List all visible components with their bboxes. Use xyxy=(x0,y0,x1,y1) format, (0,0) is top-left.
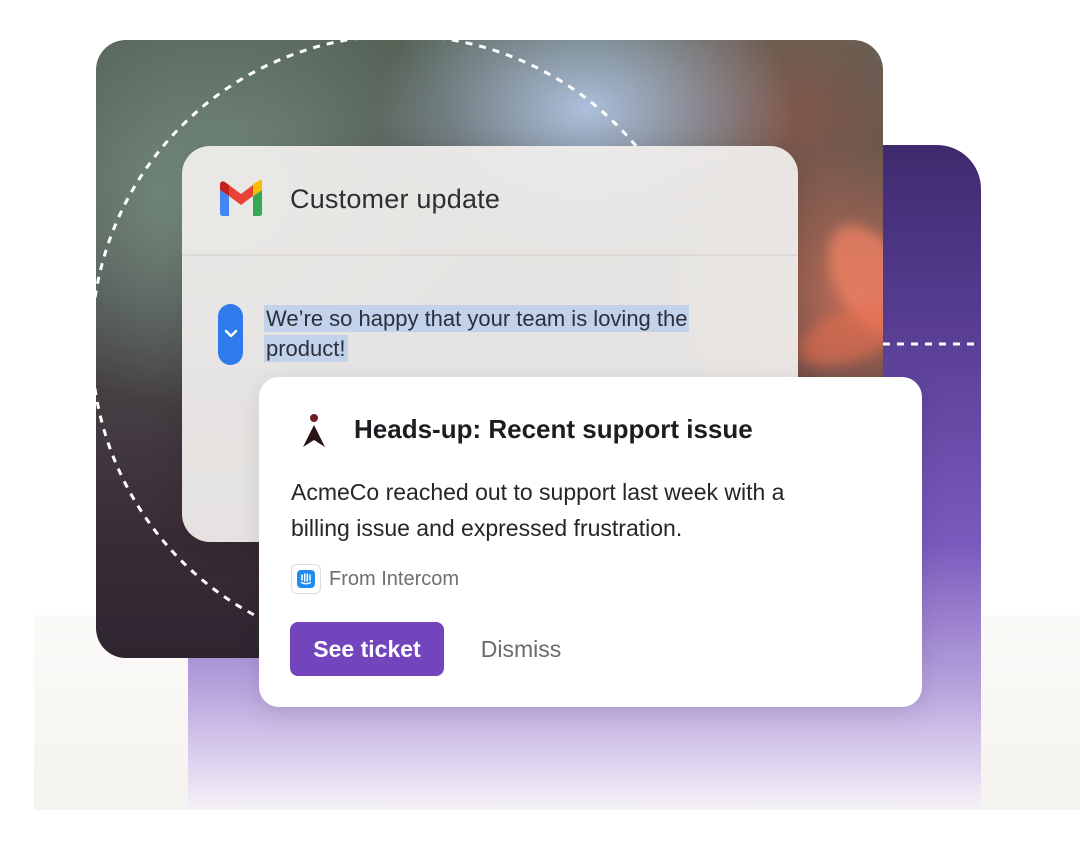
alert-title: Heads-up: Recent support issue xyxy=(354,414,753,444)
see-ticket-button[interactable]: See ticket xyxy=(290,622,444,676)
source-row: From Intercom xyxy=(291,564,459,594)
email-body-text: We’re so happy that your team is loving … xyxy=(264,304,744,364)
expand-button[interactable] xyxy=(218,304,243,365)
intercom-icon xyxy=(291,564,321,594)
highlighted-text: product! xyxy=(264,335,348,362)
highlighted-text: We’re so happy that your team is loving … xyxy=(264,305,690,332)
source-label: From Intercom xyxy=(329,567,460,590)
heads-up-card: Heads-up: Recent support issue AcmeCo re… xyxy=(259,377,922,707)
illustration-stage: Customer update We’re so happy that your… xyxy=(0,0,1080,857)
alert-description-line: AcmeCo reached out to support last week … xyxy=(291,479,785,505)
presenter-icon xyxy=(299,413,329,454)
email-subject: Customer update xyxy=(290,184,501,214)
alert-description-line: billing issue and expressed frustration. xyxy=(291,515,683,541)
light-flare xyxy=(790,292,883,378)
dismiss-button[interactable]: Dismiss xyxy=(464,622,578,676)
email-header: Customer update xyxy=(182,146,798,256)
gmail-icon xyxy=(217,179,265,223)
chevron-down-icon xyxy=(224,326,238,344)
alert-description: AcmeCo reached out to support last week … xyxy=(291,474,871,546)
